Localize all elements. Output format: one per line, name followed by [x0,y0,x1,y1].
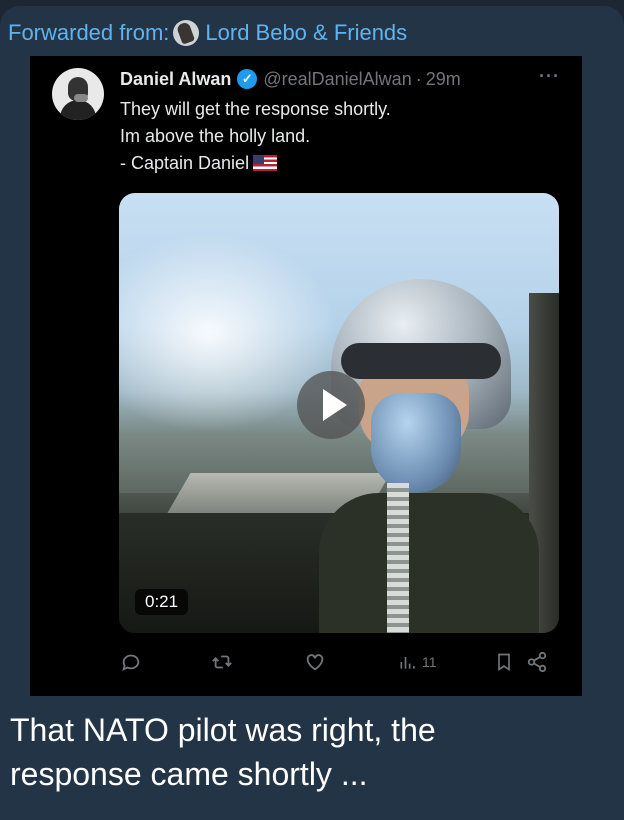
tweet-line-2: Im above the holly land. [120,126,311,146]
more-icon[interactable]: ··· [539,66,560,87]
retweet-icon [212,655,232,669]
video-pilot-visor [341,343,501,379]
verified-icon: ✓ [237,69,258,89]
author-name[interactable]: Daniel Alwan [120,69,231,90]
tweet-line-3-wrap: - Captain Daniel [120,150,560,177]
avatar-hand [74,94,88,102]
reply-icon [122,654,140,672]
message-line-1: That NATO pilot was right, the [10,712,436,748]
tweet-header: Daniel Alwan ✓ @realDanielAlwan · 29m [120,68,461,90]
tweet-avatar[interactable] [52,68,104,120]
tweet-line-3: - Captain Daniel [120,153,250,173]
views-button[interactable]: 11 [398,650,437,674]
share-button[interactable] [526,650,548,674]
views-icon [400,657,415,669]
tweet-video[interactable]: 0:21 [119,193,559,633]
forwarded-header[interactable]: Forwarded from: Lord Bebo & Friends [8,20,407,46]
reply-button[interactable] [120,650,142,674]
us-flag-icon [253,155,278,171]
video-pilot-suit [319,493,539,633]
message-line-2: response came shortly ... [10,756,368,792]
tweet-text: They will get the response shortly. Im a… [120,96,560,177]
tweet-actions: 11 [120,650,560,676]
tweet-line-1: They will get the response shortly. [120,99,391,119]
author-handle[interactable]: @realDanielAlwan [263,69,411,90]
video-oxygen-mask [371,393,461,493]
forwarded-label: Forwarded from: [8,20,170,45]
video-duration: 0:21 [135,589,189,615]
bookmark-button[interactable] [494,650,514,674]
forward-avatar[interactable] [173,20,200,46]
header-separator: · [415,68,422,89]
embedded-tweet[interactable]: Daniel Alwan ✓ @realDanielAlwan · 29m ··… [30,56,582,696]
forwarded-channel-link[interactable]: Lord Bebo & Friends [205,20,407,46]
share-icon [527,651,547,673]
tweet-time[interactable]: 29m [426,69,461,90]
retweet-button[interactable] [210,650,234,674]
bookmark-icon [498,653,510,672]
message-text: That NATO pilot was right, the response … [10,708,610,796]
like-button[interactable] [304,650,326,674]
video-oxygen-hose [387,483,409,633]
views-count: 11 [422,654,437,670]
play-icon[interactable] [297,371,365,439]
like-icon [306,654,324,671]
avatar-body [60,100,96,120]
